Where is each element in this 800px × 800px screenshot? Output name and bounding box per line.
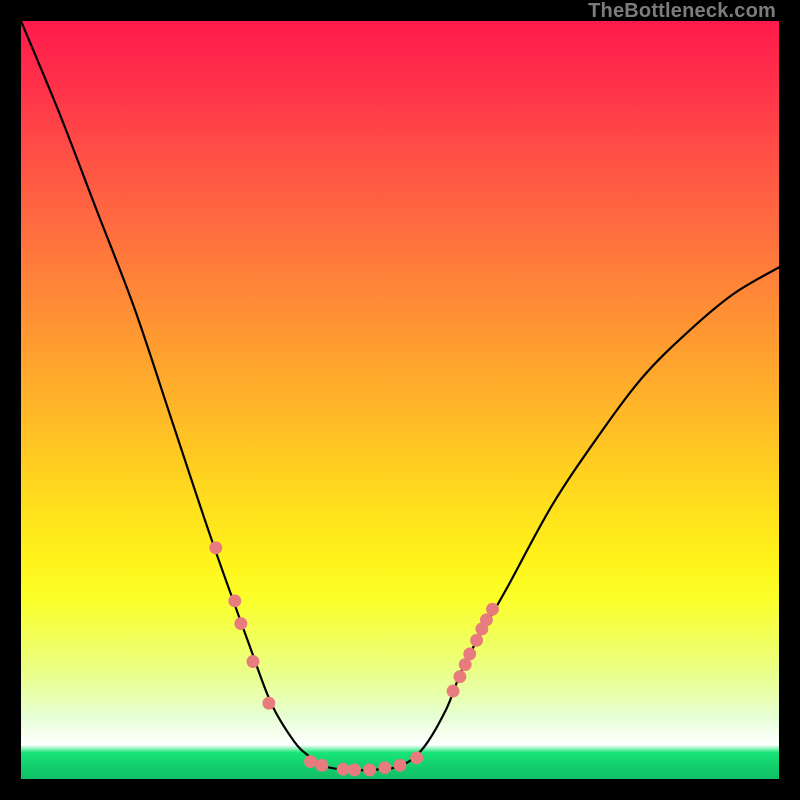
curve-path [21,21,779,770]
marker-dot [470,634,483,647]
marker-dot [463,647,476,660]
marker-dot [410,751,423,764]
marker-dot [378,761,391,774]
marker-dot [262,697,275,710]
marker-dot [209,541,222,554]
marker-dot [348,763,361,776]
marker-dot [234,617,247,630]
plot-area [21,21,779,779]
marker-dot [486,603,499,616]
marker-dot [247,655,260,668]
marker-dot [453,670,466,683]
marker-dot [304,755,317,768]
chart-container: TheBottleneck.com [0,0,800,800]
marker-dot [394,759,407,772]
curve-layer [21,21,779,779]
marker-group [209,541,499,776]
watermark-label: TheBottleneck.com [588,0,776,23]
marker-dot [363,763,376,776]
marker-dot [337,763,350,776]
marker-dot [315,759,328,772]
marker-dot [228,594,241,607]
marker-dot [447,685,460,698]
